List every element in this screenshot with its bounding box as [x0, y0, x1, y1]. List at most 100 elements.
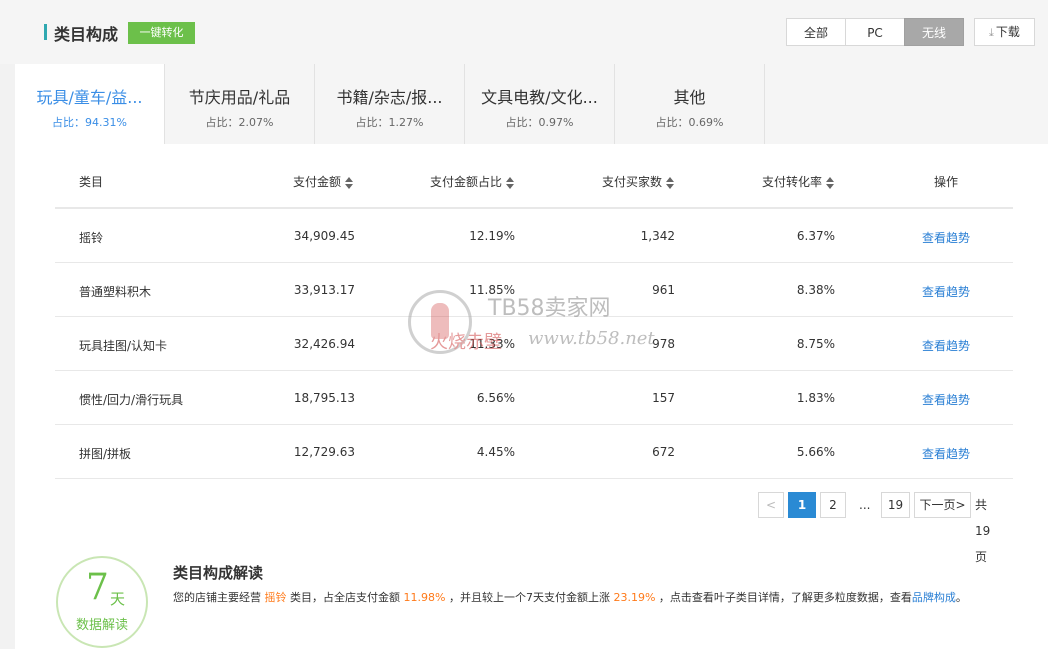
- badge-label: 数据解读: [75, 618, 128, 633]
- tab-books[interactable]: 书籍/杂志/报... 占比：1.27%: [315, 64, 465, 144]
- tab-name: 其他: [673, 88, 706, 107]
- sort-icon: [826, 176, 835, 189]
- badge-number: 7: [86, 567, 109, 608]
- segment-wireless[interactable]: 无线: [904, 18, 964, 46]
- header-amount-share[interactable]: 支付金额占比: [430, 173, 515, 190]
- tab-toys[interactable]: 玩具/童车/益... 占比：94.31%: [15, 64, 165, 144]
- cell-category: 惯性/回力/滑行玩具: [79, 393, 184, 407]
- cell-buyers: 672: [652, 445, 675, 459]
- next-page-label: 下一页: [919, 498, 956, 512]
- title-accent-bar: [44, 24, 47, 40]
- cell-buyers: 1,342: [640, 229, 675, 243]
- header: 类目构成 一键转化 全部 PC 无线 ⤓ 下载: [0, 0, 1048, 64]
- cell-amount-share: 12.19%: [469, 229, 515, 243]
- tab-festival[interactable]: 节庆用品/礼品 占比：2.07%: [165, 64, 315, 144]
- page-1-button[interactable]: 1: [788, 492, 816, 518]
- tab-name: 文具电教/文化...: [481, 88, 598, 107]
- cell-category: 拼图/拼板: [79, 447, 132, 461]
- download-button[interactable]: ⤓ 下载: [974, 18, 1035, 46]
- cell-buyers: 978: [652, 337, 675, 351]
- view-trend-link[interactable]: 查看趋势: [922, 391, 970, 408]
- header-amount[interactable]: 支付金额: [293, 173, 354, 190]
- tab-name: 节庆用品/礼品: [188, 88, 291, 107]
- cell-amount: 32,426.94: [293, 337, 355, 351]
- page-19-button[interactable]: 19: [881, 492, 910, 518]
- cell-category: 摇铃: [79, 231, 104, 245]
- insight-text: 您的店铺主要经营 摇铃 类目，占全店支付金额 11.98% ，并且较上一个7天支…: [173, 588, 1033, 608]
- table-row: 普通塑料积木 33,913.17 11.85% 961 8.38% 查看趋势: [55, 263, 1013, 317]
- category-tabs: 玩具/童车/益... 占比：94.31% 节庆用品/礼品 占比：2.07% 书籍…: [15, 64, 1048, 144]
- table-row: 摇铃 34,909.45 12.19% 1,342 6.37% 查看趋势: [55, 209, 1013, 263]
- header-buyers[interactable]: 支付买家数: [602, 173, 675, 190]
- tab-share: 占比：2.07%: [205, 116, 274, 129]
- header-conversion[interactable]: 支付转化率: [762, 173, 835, 190]
- table-header: 类目 支付金额 支付金额占比 支付买家数 支付转化率 操作: [55, 144, 1013, 209]
- insight-text-part: ，点击查看叶子类目详情，了解更多粒度数据，查看: [658, 591, 912, 604]
- one-click-convert-button[interactable]: 一键转化: [128, 22, 195, 44]
- brand-composition-link[interactable]: 品牌构成: [912, 591, 956, 604]
- cell-conversion: 1.83%: [796, 391, 835, 405]
- page-title: 类目构成: [54, 25, 119, 44]
- download-label: 下载: [995, 25, 1020, 39]
- tab-share: 占比：1.27%: [355, 116, 424, 129]
- header-label: 支付金额占比: [430, 175, 503, 189]
- badge-unit: 天: [110, 590, 126, 608]
- header-label: 支付转化率: [762, 175, 823, 189]
- seven-day-badge: 7 天 数据解读: [56, 556, 148, 648]
- category-table: 类目 支付金额 支付金额占比 支付买家数 支付转化率 操作 摇铃 34,909.…: [55, 144, 1013, 479]
- header-label: 支付金额: [293, 175, 342, 189]
- header-label: 支付买家数: [602, 175, 663, 189]
- cell-buyers: 961: [652, 283, 675, 297]
- view-trend-link[interactable]: 查看趋势: [922, 445, 970, 462]
- table-row: 拼图/拼板 12,729.63 4.45% 672 5.66% 查看趋势: [55, 425, 1013, 479]
- view-trend-link[interactable]: 查看趋势: [922, 337, 970, 354]
- next-page-button[interactable]: 下一页>: [914, 492, 971, 518]
- cell-conversion: 5.66%: [796, 445, 835, 459]
- cell-amount: 12,729.63: [293, 445, 355, 459]
- header-category: 类目: [79, 175, 104, 189]
- segment-all[interactable]: 全部: [786, 18, 846, 46]
- cell-amount: 34,909.45: [293, 229, 355, 243]
- tab-stationery[interactable]: 文具电教/文化... 占比：0.97%: [465, 64, 615, 144]
- insight-text-part: 您的店铺主要经营: [173, 591, 261, 604]
- table-row: 惯性/回力/滑行玩具 18,795.13 6.56% 157 1.83% 查看趋…: [55, 371, 1013, 425]
- cell-buyers: 157: [652, 391, 675, 405]
- cell-amount-share: 6.56%: [476, 391, 515, 405]
- cell-category: 玩具挂图/认知卡: [79, 339, 168, 353]
- cell-conversion: 6.37%: [796, 229, 835, 243]
- cell-conversion: 8.38%: [796, 283, 835, 297]
- sort-icon: [666, 176, 675, 189]
- insight-title: 类目构成解读: [173, 564, 264, 582]
- cell-conversion: 8.75%: [796, 337, 835, 351]
- prev-page-button[interactable]: <: [758, 492, 784, 518]
- insight-share: 11.98%: [403, 591, 446, 604]
- cell-amount: 33,913.17: [293, 283, 355, 297]
- cell-amount-share: 11.85%: [469, 283, 515, 297]
- category-panel: 玩具/童车/益... 占比：94.31% 节庆用品/礼品 占比：2.07% 书籍…: [15, 64, 1048, 649]
- insight-text-part: ，并且较上一个7天支付金额上涨: [448, 591, 610, 604]
- pagination-ellipsis: ...: [859, 498, 871, 512]
- tab-share: 占比：94.31%: [52, 116, 127, 129]
- cell-amount-share: 11.33%: [469, 337, 515, 351]
- tab-share: 占比：0.97%: [505, 116, 574, 129]
- insight-text-part: 类目，占全店支付金额: [290, 591, 400, 604]
- tab-name: 玩具/童车/益...: [36, 88, 143, 107]
- tab-share: 占比：0.69%: [655, 116, 724, 129]
- insight-text-part: 。: [955, 591, 967, 604]
- insight-category: 摇铃: [264, 591, 287, 604]
- sort-icon: [345, 176, 354, 189]
- sort-icon: [506, 176, 515, 189]
- view-trend-link[interactable]: 查看趋势: [922, 229, 970, 246]
- total-pages: 共19页: [975, 498, 991, 564]
- segment-pc[interactable]: PC: [845, 18, 905, 46]
- tab-name: 书籍/杂志/报...: [336, 88, 443, 107]
- download-icon: ⤓: [989, 26, 994, 39]
- page-2-button[interactable]: 2: [820, 492, 846, 518]
- chevron-right-icon: >: [955, 498, 966, 512]
- view-trend-link[interactable]: 查看趋势: [922, 283, 970, 300]
- cell-amount-share: 4.45%: [476, 445, 515, 459]
- header-action: 操作: [934, 175, 959, 189]
- insight-growth: 23.19%: [613, 591, 656, 604]
- tab-other[interactable]: 其他 占比：0.69%: [615, 64, 765, 144]
- table-row: 玩具挂图/认知卡 32,426.94 11.33% 978 8.75% 查看趋势: [55, 317, 1013, 371]
